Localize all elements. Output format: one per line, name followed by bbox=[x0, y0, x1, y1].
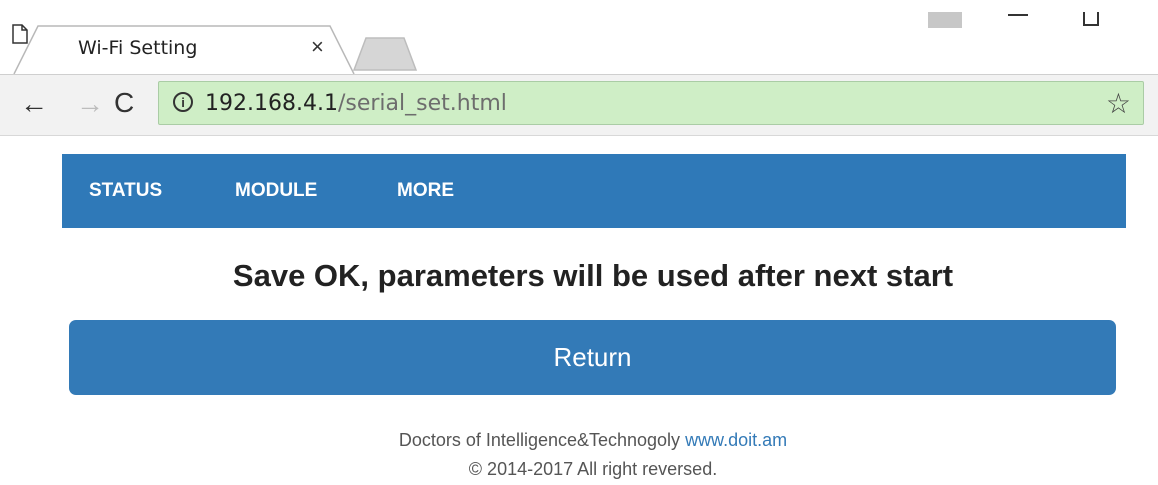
info-icon[interactable]: i bbox=[173, 92, 193, 112]
forward-arrow-icon[interactable]: → bbox=[76, 88, 104, 120]
back-arrow-icon[interactable]: ← bbox=[20, 88, 48, 120]
bookmark-star-icon[interactable]: ☆ bbox=[1106, 87, 1131, 120]
footer-copyright: © 2014-2017 All right reversed. bbox=[468, 459, 718, 479]
tab-close-icon[interactable]: × bbox=[311, 34, 324, 60]
nav-module[interactable]: MODULE bbox=[235, 180, 317, 202]
footer-credit: Doctors of Intelligence&Technogoly bbox=[398, 430, 686, 450]
browser-titlebar: Wi-Fi Setting × bbox=[0, 0, 1158, 74]
nav-status[interactable]: STATUS bbox=[89, 180, 162, 202]
footer: Doctors of Intelligence&Technogoly www.d… bbox=[0, 426, 1158, 484]
page-icon bbox=[12, 24, 28, 44]
new-tab-button[interactable] bbox=[352, 34, 418, 72]
browser-tab[interactable]: Wi-Fi Setting × bbox=[12, 24, 356, 74]
browser-toolbar: ← → C i 192.168.4.1/serial_set.html ☆ bbox=[0, 74, 1158, 136]
url-path: /serial_set.html bbox=[337, 91, 507, 116]
reload-icon[interactable]: C bbox=[114, 87, 134, 119]
status-message: Save OK, parameters will be used after n… bbox=[232, 258, 954, 293]
maximize-icon[interactable] bbox=[1083, 12, 1099, 26]
window-user-icon[interactable] bbox=[928, 12, 962, 28]
url-host: 192.168.4.1 bbox=[205, 91, 338, 116]
minimize-icon[interactable] bbox=[1008, 14, 1028, 16]
url-text: 192.168.4.1/serial_set.html bbox=[205, 91, 507, 116]
footer-link[interactable]: www.doit.am bbox=[685, 430, 787, 450]
address-bar[interactable]: i 192.168.4.1/serial_set.html ☆ bbox=[158, 81, 1144, 125]
tab-title: Wi-Fi Setting bbox=[78, 37, 198, 59]
return-button[interactable]: Return bbox=[69, 320, 1116, 395]
footer-line-1: Doctors of Intelligence&Technogoly www.d… bbox=[0, 426, 1158, 455]
page-navbar: STATUS MODULE MORE bbox=[62, 154, 1126, 228]
nav-more[interactable]: MORE bbox=[397, 180, 454, 202]
